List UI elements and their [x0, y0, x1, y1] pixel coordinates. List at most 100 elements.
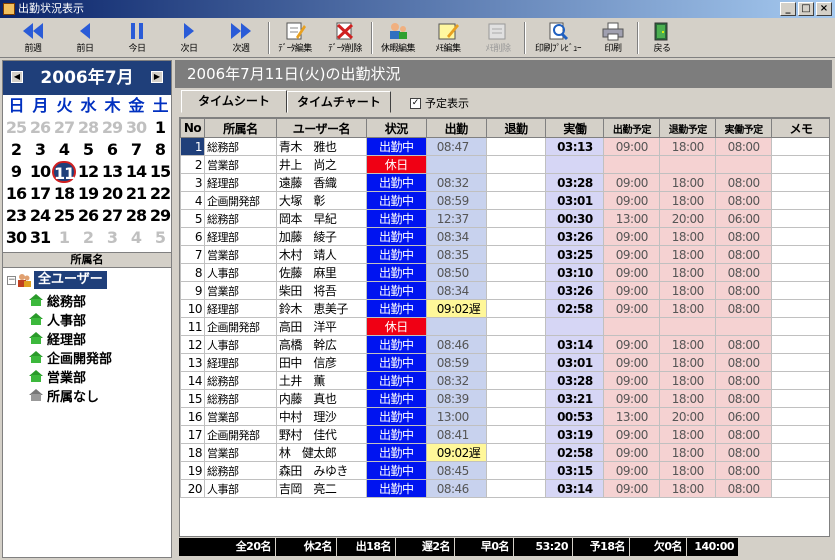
calendar-day[interactable]: 27: [52, 117, 76, 139]
calendar-day[interactable]: 3: [28, 139, 52, 161]
table-row[interactable]: 6 経理部 加藤 綾子 出勤中 08:34 03:26 09:00 18:00 08:00: [180, 227, 829, 246]
table-row[interactable]: 15 総務部 内藤 真也 出勤中 08:39 03:21 09:00 18:00 08:00: [180, 389, 829, 408]
calendar-day[interactable]: 13: [100, 161, 124, 183]
tree-item-kikaku[interactable]: 企画開発部: [29, 348, 112, 367]
column-header[interactable]: 退勤予定: [659, 118, 717, 138]
calendar-day[interactable]: 10: [28, 161, 52, 183]
vacation-edit-button[interactable]: 休暇編集: [374, 20, 422, 56]
calendar-day[interactable]: 12: [76, 161, 100, 183]
calendar-day[interactable]: 25: [52, 205, 76, 227]
schedule-display-checkbox[interactable]: ✓ 予定表示: [410, 95, 469, 111]
calendar-day[interactable]: 1: [148, 117, 172, 139]
column-header[interactable]: 退勤: [485, 118, 547, 138]
table-row[interactable]: 14 総務部 土井 薫出勤中 08:32 03:28 09:00 18:00 08:00: [180, 371, 829, 390]
calendar-day[interactable]: 22: [148, 183, 172, 205]
next-week-button[interactable]: 次週: [216, 20, 266, 56]
table-row[interactable]: 10 経理部 鈴木 恵美子 出勤中 09:02遅 02:58 09:00 18:00 08:00: [180, 299, 829, 318]
memo-delete-button[interactable]: ﾒﾓ削除: [474, 20, 522, 56]
calendar-day[interactable]: 24: [28, 205, 52, 227]
table-row[interactable]: 13 経理部 田中 信彦 出勤中 08:59 03:01 09:00 18:00 08:00: [180, 353, 829, 372]
calendar-day[interactable]: 28: [76, 117, 100, 139]
column-header[interactable]: No: [180, 118, 205, 138]
tree-item-none[interactable]: 所属なし: [29, 386, 99, 405]
calendar-day[interactable]: 11: [52, 161, 76, 183]
calendar-day[interactable]: 8: [148, 139, 172, 161]
calendar-day[interactable]: 30: [4, 227, 28, 249]
column-header[interactable]: ユーザー名: [275, 118, 367, 138]
prev-month-button[interactable]: ◀: [11, 71, 23, 83]
column-header[interactable]: 実働: [545, 118, 605, 138]
column-header[interactable]: 所属名: [203, 118, 277, 138]
tree-item-eigyo[interactable]: 営業部: [29, 367, 86, 386]
calendar-day[interactable]: 30: [124, 117, 148, 139]
minimize-button[interactable]: _: [780, 2, 796, 16]
prev-week-button[interactable]: 前週: [8, 20, 58, 56]
table-row[interactable]: 16 営業部 中村 理沙 出勤中 13:00 00:53 13:00 20:00 06:00: [180, 407, 829, 426]
column-header[interactable]: 実働予定: [715, 118, 773, 138]
delete-data-button[interactable]: ﾃﾞｰﾀ削除: [321, 20, 369, 56]
tree-item-soumu[interactable]: 総務部: [29, 291, 86, 310]
tree-item-keiri[interactable]: 経理部: [29, 329, 86, 348]
table-row[interactable]: 7 営業部 木村 靖人 出勤中 08:35 03:25 09:00 18:00 08:00: [180, 245, 829, 264]
attendance-grid[interactable]: No 所属名 ユーザー名 状況 出勤 退勤 実働 出勤予定 退勤予定 実働予定 メモ 1 総務部 青木 …: [179, 117, 830, 537]
calendar-day[interactable]: 26: [28, 117, 52, 139]
next-day-button[interactable]: 次日: [164, 20, 214, 56]
calendar-day[interactable]: 23: [4, 205, 28, 227]
calendar-day[interactable]: 9: [4, 161, 28, 183]
edit-data-button[interactable]: ﾃﾞｰﾀ編集: [271, 20, 319, 56]
table-row[interactable]: 18 営業部林 健太郎 出勤中 09:02遅 02:58 09:00 18:00 08:00: [180, 443, 829, 462]
table-row[interactable]: 4 企画開発部 大塚 彰出勤中 08:59 03:01 09:00 18:00 08:00: [180, 191, 829, 210]
maximize-button[interactable]: □: [798, 2, 814, 16]
tree-root-all-users[interactable]: − 全ユーザー: [7, 271, 107, 289]
calendar-day[interactable]: 14: [124, 161, 148, 183]
calendar-day[interactable]: 4: [124, 227, 148, 249]
memo-edit-button[interactable]: ﾒﾓ編集: [424, 20, 472, 56]
table-row[interactable]: 2 営業部 井上 尚之 休日: [180, 155, 829, 174]
calendar-day[interactable]: 29: [100, 117, 124, 139]
calendar-day[interactable]: 21: [124, 183, 148, 205]
print-preview-button[interactable]: 印刷ﾌﾟﾚﾋﾞｭｰ: [527, 20, 589, 56]
table-row[interactable]: 12 人事部 高橋 幹広 出勤中 08:46 03:14 09:00 18:00 08:00: [180, 335, 829, 354]
table-row[interactable]: 9 営業部 柴田 将吾 出勤中 08:34 03:26 09:00 18:00 08:00: [180, 281, 829, 300]
calendar-day[interactable]: 27: [100, 205, 124, 227]
table-row[interactable]: 8 人事部 佐藤 麻里 出勤中 08:50 03:10 09:00 18:00 08:00: [180, 263, 829, 282]
prev-day-button[interactable]: 前日: [60, 20, 110, 56]
table-row[interactable]: 1 総務部 青木 雅也 出勤中 08:47 03:13 09:00 18:00 08:00: [180, 137, 829, 156]
calendar-day[interactable]: 16: [4, 183, 28, 205]
collapse-icon[interactable]: −: [7, 275, 16, 285]
calendar-day[interactable]: 17: [28, 183, 52, 205]
calendar-day[interactable]: 2: [4, 139, 28, 161]
calendar-day[interactable]: 15: [148, 161, 172, 183]
table-row[interactable]: 3 経理部 遠藤 香織 出勤中 08:32 03:28 09:00 18:00 08:00: [180, 173, 829, 192]
calendar-day[interactable]: 2: [76, 227, 100, 249]
calendar-day[interactable]: 20: [100, 183, 124, 205]
column-header[interactable]: 状況: [365, 118, 427, 138]
tab-timechart[interactable]: タイムチャート: [287, 91, 391, 113]
calendar-day[interactable]: 18: [52, 183, 76, 205]
calendar-day[interactable]: 19: [76, 183, 100, 205]
calendar-day[interactable]: 31: [28, 227, 52, 249]
next-month-button[interactable]: ▶: [151, 71, 163, 83]
calendar-day[interactable]: 26: [76, 205, 100, 227]
table-row[interactable]: 11 企画開発部 高田 洋平 休日: [180, 317, 829, 336]
calendar-day[interactable]: 5: [76, 139, 100, 161]
calendar-day[interactable]: 29: [148, 205, 172, 227]
tab-timesheet[interactable]: タイムシート: [181, 90, 287, 113]
tree-item-jinji[interactable]: 人事部: [29, 310, 86, 329]
calendar-day[interactable]: 28: [124, 205, 148, 227]
column-header[interactable]: メモ: [771, 118, 829, 138]
calendar-day[interactable]: 5: [148, 227, 172, 249]
close-button[interactable]: ×: [816, 2, 832, 16]
table-row[interactable]: 19 総務部 森田 みゆき 出勤中 08:45 03:15 09:00 18:00 08:00: [180, 461, 829, 480]
calendar-day[interactable]: 7: [124, 139, 148, 161]
table-row[interactable]: 5 総務部 岡本 早紀 出勤中 12:37 00:30 13:00 20:00 06:00: [180, 209, 829, 228]
calendar-day[interactable]: 6: [100, 139, 124, 161]
today-button[interactable]: 今日: [112, 20, 162, 56]
calendar-day[interactable]: 4: [52, 139, 76, 161]
column-header[interactable]: 出勤: [425, 118, 487, 138]
calendar-day[interactable]: 3: [100, 227, 124, 249]
back-button[interactable]: 戻る: [640, 20, 684, 56]
column-header[interactable]: 出勤予定: [603, 118, 661, 138]
table-row[interactable]: 17 企画開発部 野村 佳代 出勤中 08:41 03:19 09:00 18:00 08:00: [180, 425, 829, 444]
print-button[interactable]: 印刷: [591, 20, 635, 56]
